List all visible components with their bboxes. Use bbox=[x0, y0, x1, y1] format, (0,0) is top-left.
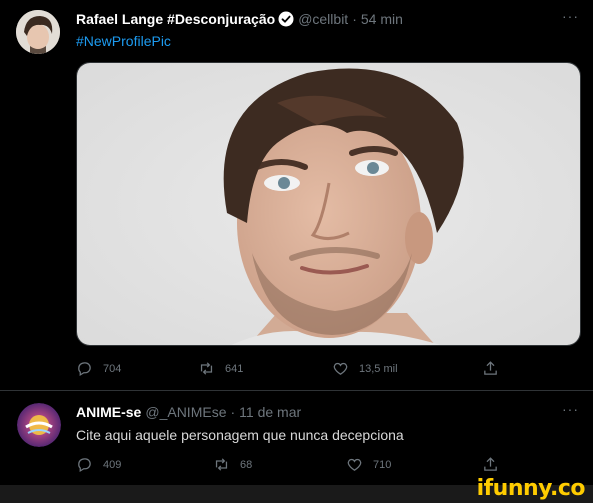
username[interactable]: @cellbit bbox=[298, 11, 348, 27]
tweet-header: Rafael Lange #Desconjuração @cellbit · 5… bbox=[76, 11, 403, 27]
reply-icon bbox=[78, 458, 91, 473]
tweet-photo[interactable] bbox=[76, 62, 581, 346]
tweet-actions: 704 641 13,5 mil bbox=[76, 360, 516, 380]
like-button[interactable]: 710 bbox=[346, 456, 391, 473]
tweet-actions: 409 68 710 bbox=[76, 456, 516, 476]
retweet-button[interactable]: 68 bbox=[213, 456, 252, 473]
like-button[interactable]: 13,5 mil bbox=[332, 360, 398, 377]
avatar[interactable] bbox=[16, 10, 60, 54]
like-count: 710 bbox=[373, 458, 392, 471]
retweet-icon bbox=[200, 362, 213, 375]
more-options-icon[interactable]: ··· bbox=[562, 8, 579, 24]
avatar[interactable] bbox=[17, 403, 61, 447]
timestamp[interactable]: 11 de mar bbox=[239, 404, 301, 420]
watermark-logo: ifunny.co bbox=[476, 476, 586, 501]
tweet-header: ANIME-se @_ANIMEse · 11 de mar bbox=[76, 404, 301, 420]
hashtag-link[interactable]: #NewProfilePic bbox=[76, 33, 171, 49]
display-name[interactable]: ANIME-se bbox=[76, 404, 141, 420]
separator-dot: · bbox=[230, 404, 236, 420]
share-button[interactable] bbox=[482, 360, 509, 377]
separator-dot: · bbox=[352, 11, 357, 27]
reply-count: 409 bbox=[103, 458, 122, 471]
tweet-text: Cite aqui aquele personagem que nunca de… bbox=[76, 427, 404, 443]
more-options-icon[interactable]: ··· bbox=[562, 401, 579, 417]
reply-button[interactable]: 704 bbox=[76, 360, 121, 377]
timestamp[interactable]: 54 min bbox=[361, 11, 403, 27]
like-icon bbox=[347, 458, 362, 471]
reply-icon bbox=[78, 362, 91, 377]
verified-badge-icon bbox=[278, 11, 294, 27]
reply-count: 704 bbox=[103, 362, 122, 375]
username[interactable]: @_ANIMEse bbox=[145, 404, 226, 420]
like-count: 13,5 mil bbox=[359, 362, 398, 375]
share-icon bbox=[484, 457, 497, 471]
share-button[interactable] bbox=[482, 456, 509, 473]
retweet-count: 641 bbox=[225, 362, 244, 375]
retweet-icon bbox=[215, 458, 228, 471]
reply-button[interactable]: 409 bbox=[76, 456, 121, 473]
retweet-count: 68 bbox=[240, 458, 253, 471]
retweet-button[interactable]: 641 bbox=[198, 360, 243, 377]
share-icon bbox=[484, 361, 497, 375]
like-icon bbox=[333, 362, 348, 375]
display-name[interactable]: Rafael Lange #Desconjuração bbox=[76, 11, 275, 27]
